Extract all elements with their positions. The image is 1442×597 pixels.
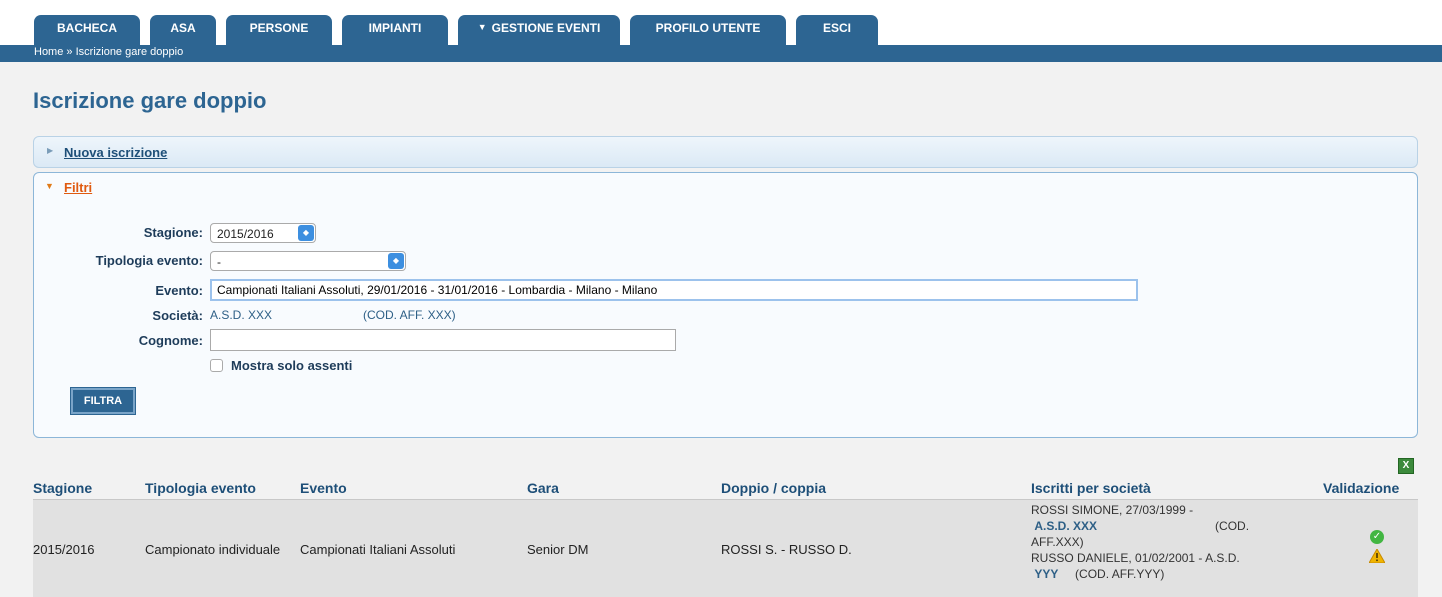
breadcrumb-current: Iscrizione gare doppio	[75, 46, 184, 58]
header-evento[interactable]: Evento	[300, 480, 347, 496]
breadcrumb-separator: »	[66, 46, 73, 58]
header-doppio-coppia[interactable]: Doppio / coppia	[721, 480, 826, 496]
warning-icon[interactable]	[1369, 549, 1385, 563]
tab-bacheca[interactable]: BACHECA	[34, 15, 140, 45]
mostra-solo-assenti-checkbox[interactable]	[210, 359, 223, 372]
select-arrows-icon: ◆	[298, 225, 314, 241]
cell-evento: Campionati Italiani Assoluti	[300, 542, 456, 557]
nav-bar	[0, 45, 1442, 62]
tab-persone[interactable]: PERSONE	[226, 15, 332, 45]
societa-code: (COD. AFF.YYY)	[1075, 567, 1165, 581]
check-icon[interactable]: ✓	[1370, 530, 1384, 544]
header-iscritti-per-societa[interactable]: Iscritti per società	[1031, 480, 1151, 496]
iscritto-1-code-cont: AFF.XXX)	[1031, 535, 1084, 549]
tab-label: PROFILO UTENTE	[655, 21, 761, 35]
societa-code: (COD. AFF. XXX)	[363, 308, 456, 322]
breadcrumb: Home » Iscrizione gare doppio	[34, 46, 183, 58]
select-arrows-icon: ◆	[388, 253, 404, 269]
excel-icon[interactable]: X	[1398, 458, 1414, 474]
header-stagione[interactable]: Stagione	[33, 480, 92, 496]
dropdown-triangle-icon: ▼	[477, 22, 487, 32]
tab-impianti[interactable]: IMPIANTI	[342, 15, 448, 45]
tab-gestione-eventi[interactable]: ▼ GESTIONE EVENTI	[458, 15, 620, 45]
main-tabs: BACHECA ASA PERSONE IMPIANTI ▼ GESTIONE E…	[34, 15, 888, 45]
top-navigation: BACHECA ASA PERSONE IMPIANTI ▼ GESTIONE E…	[0, 0, 1442, 62]
tab-asa[interactable]: ASA	[150, 15, 216, 45]
societa-label: Società:	[152, 308, 203, 323]
page-title: Iscrizione gare doppio	[33, 88, 267, 113]
evento-input[interactable]	[210, 279, 1138, 301]
tab-label: BACHECA	[57, 21, 117, 35]
cell-stagione: 2015/2016	[33, 542, 95, 557]
cognome-input[interactable]	[210, 329, 676, 351]
evento-label: Evento:	[155, 283, 203, 298]
tab-label: ESCI	[822, 21, 851, 35]
iscritto-2-societa: YYY (COD. AFF.YYY)	[1031, 566, 1301, 582]
breadcrumb-home[interactable]: Home	[34, 46, 63, 58]
filtra-button[interactable]: FILTRA	[70, 387, 136, 415]
stagione-label: Stagione:	[143, 225, 203, 240]
societa-name: YYY	[1034, 567, 1059, 581]
societa-value: A.S.D. XXX	[210, 308, 273, 322]
accordion-nuova-iscrizione[interactable]: ▶ Nuova iscrizione	[33, 136, 1418, 168]
iscritto-1-name: ROSSI SIMONE, 27/03/1999 -	[1031, 503, 1194, 517]
cell-tipologia: Campionato individuale	[145, 542, 281, 557]
societa-code: (COD.	[1215, 519, 1250, 533]
accordion-label[interactable]: Filtri	[64, 180, 92, 195]
cognome-label: Cognome:	[138, 333, 203, 348]
expanded-arrow-icon: ▼	[45, 181, 54, 191]
select-value: 2015/2016	[217, 227, 274, 241]
societa-name: A.S.D. XXX	[1034, 519, 1098, 533]
tab-label: IMPIANTI	[368, 21, 422, 35]
tab-label: PERSONE	[249, 21, 309, 35]
tipologia-select[interactable]: - ◆	[210, 251, 406, 271]
tab-label: GESTIONE EVENTI	[491, 21, 601, 35]
tipologia-label: Tipologia evento:	[95, 253, 203, 268]
collapsed-arrow-icon: ▶	[47, 146, 54, 155]
tab-esci[interactable]: ESCI	[796, 15, 878, 45]
stagione-select[interactable]: 2015/2016 ◆	[210, 223, 316, 243]
accordion-filtri: ▼ Filtri	[33, 172, 1418, 438]
tab-profilo-utente[interactable]: PROFILO UTENTE	[630, 15, 786, 45]
iscritto-1-societa: A.S.D. XXX (COD.	[1031, 518, 1301, 534]
accordion-label[interactable]: Nuova iscrizione	[64, 145, 167, 160]
cell-gara: Senior DM	[527, 542, 589, 557]
checkbox-label: Mostra solo assenti	[231, 358, 353, 373]
tab-label: ASA	[170, 21, 196, 35]
header-gara[interactable]: Gara	[527, 480, 559, 496]
iscritto-2-name: RUSSO DANIELE, 01/02/2001 - A.S.D.	[1031, 551, 1240, 565]
select-value: -	[217, 255, 221, 269]
header-validazione[interactable]: Validazione	[1323, 480, 1399, 496]
cell-doppio: ROSSI S. - RUSSO D.	[721, 542, 852, 557]
cell-iscritti: ROSSI SIMONE, 27/03/1999 - A.S.D. XXX (CO…	[1031, 502, 1301, 582]
header-tipologia-evento[interactable]: Tipologia evento	[145, 480, 256, 496]
